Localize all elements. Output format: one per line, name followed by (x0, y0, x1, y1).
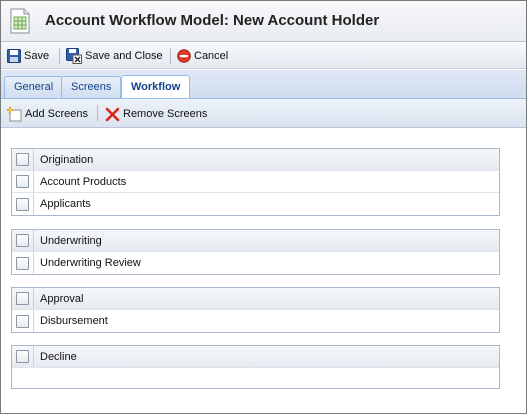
checkbox[interactable] (16, 153, 29, 166)
tab-screens[interactable]: Screens (61, 76, 122, 100)
list-item: Origination (12, 149, 499, 171)
add-screen-icon (7, 107, 22, 122)
list-item: Underwriting Review (12, 252, 499, 274)
tab-general[interactable]: General (4, 76, 64, 100)
screen-label: Decline (40, 350, 77, 363)
list-item: Underwriting (12, 230, 499, 252)
red-x-icon (105, 107, 120, 121)
title-bar: Account Workflow Model: New Account Hold… (1, 1, 526, 42)
screen-label: Underwriting Review (40, 257, 141, 269)
workflow-group-4: Decline (11, 345, 500, 389)
remove-screens-button[interactable]: Remove Screens (105, 105, 207, 123)
workflow-group-1: Origination Account Products Applicants (11, 148, 500, 216)
page-title: Account Workflow Model: New Account Hold… (45, 12, 380, 29)
checkbox[interactable] (16, 197, 29, 211)
save-and-close-button[interactable]: Save and Close (66, 47, 163, 65)
toolbar-divider (59, 48, 60, 64)
workflow-model-window: Account Workflow Model: New Account Hold… (0, 0, 527, 414)
list-item: Applicants (12, 193, 499, 215)
checkbox[interactable] (16, 314, 29, 328)
checkbox[interactable] (16, 256, 29, 270)
list-item: Account Products (12, 171, 499, 193)
workflow-group-3: Approval Disbursement (11, 287, 500, 333)
cancel-button[interactable]: Cancel (177, 47, 228, 65)
spreadsheet-document-icon (10, 8, 30, 34)
cancel-icon (177, 49, 191, 63)
save-label: Save (24, 50, 50, 62)
main-toolbar: Save Save and Close Cancel (1, 43, 526, 69)
screen-label: Disbursement (40, 315, 108, 327)
list-item: Disbursement (12, 310, 499, 332)
add-screens-button[interactable]: Add Screens (6, 105, 88, 123)
toolbar-divider (97, 105, 98, 121)
cancel-label: Cancel (194, 50, 229, 62)
save-and-close-label: Save and Close (85, 50, 163, 62)
checkbox[interactable] (16, 234, 29, 247)
add-screens-label: Add Screens (25, 108, 88, 120)
workflow-toolbar: Add Screens Remove Screens (1, 99, 526, 128)
floppy-disk-icon (7, 49, 21, 63)
tab-workflow[interactable]: Workflow (121, 75, 191, 99)
remove-screens-label: Remove Screens (123, 108, 208, 120)
screen-label: Approval (40, 292, 84, 305)
workflow-group-2: Underwriting Underwriting Review (11, 229, 500, 275)
screen-label: Underwriting (40, 234, 102, 247)
list-item: Approval (12, 288, 499, 310)
screen-label: Origination (40, 153, 94, 166)
checkbox[interactable] (16, 175, 29, 188)
screen-label: Account Products (40, 175, 127, 188)
tab-strip: General Screens Workflow (1, 70, 526, 100)
save-button[interactable]: Save (7, 47, 49, 65)
checkbox[interactable] (16, 292, 29, 305)
empty-drop-area (12, 368, 499, 388)
toolbar-divider (170, 48, 171, 64)
screen-label: Applicants (40, 198, 91, 210)
list-item: Decline (12, 346, 499, 368)
checkbox[interactable] (16, 350, 29, 363)
save-close-icon (66, 48, 82, 64)
